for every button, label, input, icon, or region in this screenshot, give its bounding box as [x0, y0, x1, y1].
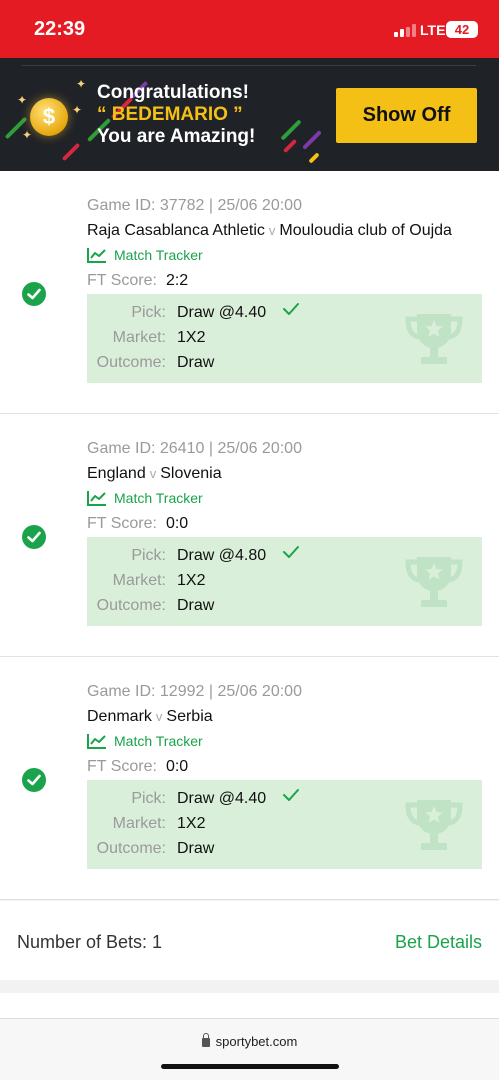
- pick-value: Draw @4.80: [177, 547, 267, 564]
- ft-score: FT Score: 2:2: [87, 272, 188, 290]
- outcome-value: Draw: [177, 597, 215, 614]
- browser-bar: sportybet.com: [0, 1018, 499, 1080]
- checkmark-icon: [282, 788, 300, 807]
- trophy-watermark-icon: [403, 553, 465, 616]
- match-tracker-link[interactable]: Match Tracker: [87, 733, 203, 749]
- game-id: Game ID: 26410 | 25/06 20:00: [87, 440, 302, 457]
- match-teams: Denmark v Serbia: [87, 708, 213, 726]
- congrats-banner: ✦ ✦ ✦ ✦ $ Congratulations! “ BEDEMARIO ”…: [0, 58, 499, 171]
- home-team: Raja Casablanca Athletic: [87, 222, 265, 239]
- line-chart-icon: [87, 490, 114, 506]
- congrats-text: Congratulations! “ BEDEMARIO ” You are A…: [97, 82, 255, 148]
- username: “ BEDEMARIO ”: [97, 104, 243, 125]
- sparkle-icon: ✦: [72, 103, 83, 117]
- game-id: Game ID: 12992 | 25/06 20:00: [87, 683, 302, 700]
- outcome-label: Outcome:: [96, 354, 166, 371]
- content-bottom: [0, 993, 499, 1018]
- ft-score-value: 2:2: [165, 272, 189, 289]
- pick-label: Pick:: [131, 790, 166, 807]
- decor-streak: [280, 119, 302, 141]
- ft-score: FT Score: 0:0: [87, 758, 188, 776]
- pick-details: Pick: Draw @4.40 Market: 1X2 Outcome: Draw: [87, 780, 482, 869]
- trophy-watermark-icon: [403, 796, 465, 859]
- market-label: Market:: [112, 572, 166, 589]
- market-value: 1X2: [177, 815, 206, 832]
- show-off-button[interactable]: Show Off: [336, 88, 477, 143]
- pick-label: Pick:: [131, 547, 166, 564]
- check-circle-icon: [22, 768, 46, 792]
- ft-score-label: FT Score:: [87, 758, 157, 775]
- outcome-label: Outcome:: [96, 597, 166, 614]
- status-time: 22:39: [34, 18, 86, 40]
- signal-icon: [394, 24, 416, 37]
- lock-icon: [201, 1033, 210, 1047]
- vs-separator: v: [268, 223, 276, 238]
- sparkle-icon: ✦: [17, 93, 28, 107]
- away-team: Serbia: [166, 708, 213, 725]
- home-team: England: [87, 465, 146, 482]
- market-label: Market:: [112, 329, 166, 346]
- decor-streak: [308, 152, 320, 164]
- market-value: 1X2: [177, 572, 206, 589]
- bet-summary-bar: Number of Bets: 1 Bet Details: [0, 901, 499, 980]
- away-team: Slovenia: [160, 465, 222, 482]
- bet-card: Game ID: 12992 | 25/06 20:00 Denmark v Serb…: [0, 657, 499, 900]
- ft-score-label: FT Score:: [87, 272, 157, 289]
- decor-streak: [282, 138, 298, 154]
- ft-score-value: 0:0: [165, 515, 189, 532]
- decor-streak: [302, 130, 322, 150]
- address-bar[interactable]: sportybet.com: [0, 1033, 499, 1049]
- match-teams: England v Slovenia: [87, 465, 222, 483]
- match-tracker-label: Match Tracker: [114, 490, 203, 506]
- vs-separator: v: [149, 466, 157, 481]
- outcome-label: Outcome:: [96, 840, 166, 857]
- bet-card: Game ID: 37782 | 25/06 20:00 Raja Casabla…: [0, 171, 499, 414]
- outcome-value: Draw: [177, 354, 215, 371]
- home-team: Denmark: [87, 708, 152, 725]
- match-tracker-link[interactable]: Match Tracker: [87, 490, 203, 506]
- ft-score: FT Score: 0:0: [87, 515, 188, 533]
- decor-streak: [61, 142, 81, 162]
- market-label: Market:: [112, 815, 166, 832]
- game-id: Game ID: 37782 | 25/06 20:00: [87, 197, 302, 214]
- pick-value: Draw @4.40: [177, 304, 267, 321]
- market-value: 1X2: [177, 329, 206, 346]
- amazing-line: You are Amazing!: [97, 126, 256, 147]
- check-circle-icon: [22, 282, 46, 306]
- url-text: sportybet.com: [215, 1034, 298, 1049]
- banner-divider: [22, 65, 476, 66]
- coin-icon: $: [30, 98, 68, 136]
- match-teams: Raja Casablanca Athletic v Mouloudia club …: [87, 222, 452, 240]
- bet-card: Game ID: 26410 | 25/06 20:00 England v Slov…: [0, 414, 499, 657]
- battery-icon: 42: [446, 21, 478, 38]
- checkmark-icon: [282, 545, 300, 564]
- match-tracker-label: Match Tracker: [114, 733, 203, 749]
- status-bar: 22:39 LTE 42: [0, 0, 499, 58]
- line-chart-icon: [87, 247, 114, 263]
- number-of-bets: Number of Bets: 1: [17, 932, 163, 952]
- sparkle-icon: ✦: [22, 128, 33, 142]
- away-team: Mouloudia club of Oujda: [279, 222, 452, 239]
- ft-score-label: FT Score:: [87, 515, 157, 532]
- sparkle-icon: ✦: [76, 77, 87, 91]
- bet-details-link[interactable]: Bet Details: [395, 932, 482, 953]
- match-tracker-link[interactable]: Match Tracker: [87, 247, 203, 263]
- pick-value: Draw @4.40: [177, 790, 267, 807]
- ft-score-value: 0:0: [165, 758, 189, 775]
- match-tracker-label: Match Tracker: [114, 247, 203, 263]
- vs-separator: v: [155, 709, 163, 724]
- pick-details: Pick: Draw @4.40 Market: 1X2 Outcome: Draw: [87, 294, 482, 383]
- congrats-line: Congratulations!: [97, 82, 249, 103]
- pick-label: Pick:: [131, 304, 166, 321]
- check-circle-icon: [22, 525, 46, 549]
- pick-details: Pick: Draw @4.80 Market: 1X2 Outcome: Draw: [87, 537, 482, 626]
- line-chart-icon: [87, 733, 114, 749]
- home-indicator[interactable]: [161, 1064, 339, 1069]
- network-label: LTE: [420, 22, 446, 38]
- checkmark-icon: [282, 302, 300, 321]
- trophy-watermark-icon: [403, 310, 465, 373]
- outcome-value: Draw: [177, 840, 215, 857]
